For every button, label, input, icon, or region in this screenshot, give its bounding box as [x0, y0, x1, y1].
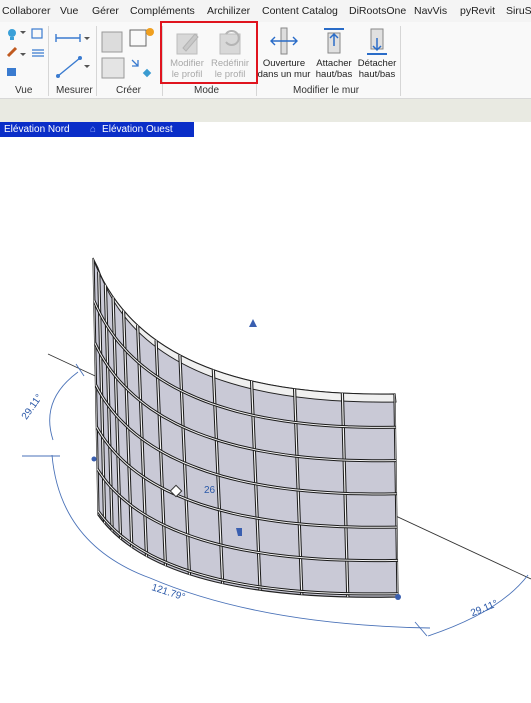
menu-complements[interactable]: Compléments [130, 5, 195, 17]
ouverture-label-1: Ouverture [262, 58, 306, 69]
wall-startpoint[interactable] [91, 456, 97, 462]
tab-elevation-nord[interactable]: Elévation Nord [0, 122, 82, 137]
dimension-text-right: 29.11° [469, 598, 499, 619]
panel-label-creer: Créer [116, 85, 142, 96]
menu-archilizer[interactable]: Archilizer [207, 5, 250, 17]
ribbon: Modifier le profil Redéfinir le profil O… [0, 22, 531, 99]
menu-bar: Collaborer Vue Gérer Compléments Archili… [0, 0, 531, 23]
attach-top-base-icon [324, 28, 344, 54]
separator [48, 26, 49, 96]
create-tools-icons[interactable] [100, 26, 158, 82]
menu-collaborer[interactable]: Collaborer [2, 5, 50, 17]
wall-opening-icon [270, 27, 298, 55]
panel-label-vue: Vue [15, 85, 33, 96]
wall-endpoint[interactable] [395, 594, 401, 600]
model-viewport[interactable]: 29.11° 121.79° 29.11° 26 [0, 138, 531, 698]
menu-sirus[interactable]: SiruS [506, 5, 531, 17]
control-arrow-up[interactable] [249, 319, 257, 327]
menu-vue[interactable]: Vue [60, 5, 78, 17]
tab-elevation-nord-label: Elévation Nord [4, 124, 70, 135]
detacher-label-2: haut/bas [358, 69, 396, 80]
house-icon: ⌂ [90, 124, 97, 135]
menu-navvis[interactable]: NavVis [414, 5, 447, 17]
ouverture-label-2: dans un mur [257, 69, 311, 80]
detacher-label-1: Détacher [357, 58, 397, 69]
attacher-button[interactable]: Attacher haut/bas [313, 26, 355, 80]
panel-label-mesurer: Mesurer [56, 85, 93, 96]
dimension-text-left: 29.11° [20, 392, 45, 421]
dimension-arc-left [49, 371, 79, 441]
attacher-label-1: Attacher [316, 58, 352, 69]
panel-label-modifier-mur: Modifier le mur [293, 85, 360, 96]
radius-text: 26 [204, 485, 216, 496]
detacher-button[interactable]: Détacher haut/bas [356, 26, 398, 80]
detach-top-base-icon [367, 28, 387, 55]
panel-label-mode: Mode [194, 85, 220, 96]
mode-panel-highlight [160, 21, 258, 84]
menu-pyrevit[interactable]: pyRevit [460, 5, 495, 17]
attacher-label-2: haut/bas [315, 69, 353, 80]
menu-content-catalog[interactable]: Content Catalog [262, 5, 338, 17]
options-bar [0, 99, 531, 122]
view-tabs: Elévation Nord ⌂ Elévation Ouest [0, 122, 531, 138]
ouverture-button[interactable]: Ouverture dans un mur [256, 26, 312, 80]
tab-elevation-ouest[interactable]: ⌂ Elévation Ouest [82, 122, 194, 137]
separator [96, 26, 97, 96]
measure-tools-icons[interactable] [54, 28, 94, 80]
menu-gerer[interactable]: Gérer [92, 5, 119, 17]
menu-diroots[interactable]: DiRootsOne [349, 5, 406, 17]
curved-curtain-wall-drawing: 29.11° 121.79° 29.11° 26 [20, 257, 531, 637]
vue-tools-icons[interactable] [4, 26, 48, 80]
separator [400, 26, 401, 96]
tab-elevation-ouest-label: Elévation Ouest [102, 124, 173, 135]
